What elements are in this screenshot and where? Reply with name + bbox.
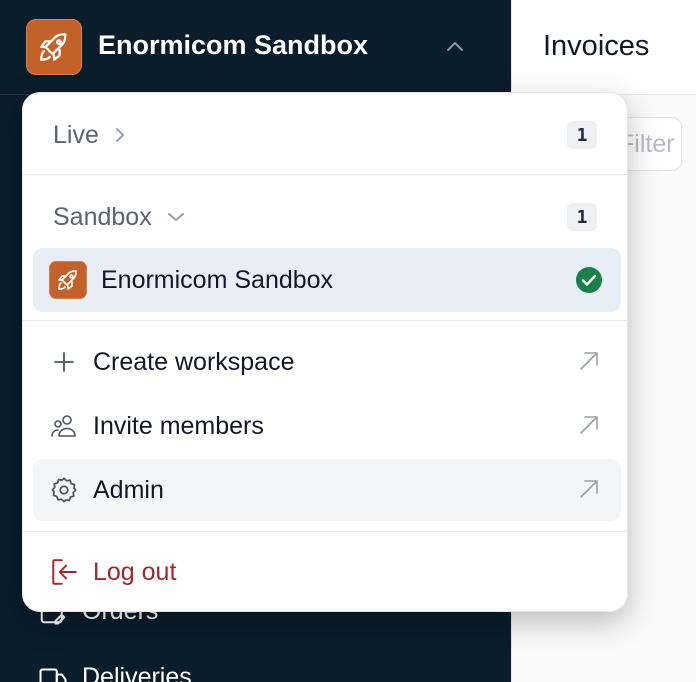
workspace-switcher[interactable]: Enormicom Sandbox <box>0 0 510 95</box>
rocket-icon <box>40 33 67 61</box>
plus-icon <box>54 352 74 372</box>
menu-item-label: Create workspace <box>93 347 295 376</box>
sidebar-item-label: Deliveries <box>82 662 192 682</box>
deliveries-icon <box>39 668 67 682</box>
logout-button[interactable]: Log out <box>33 541 621 603</box>
check-circle-icon <box>576 267 602 293</box>
count-badge: 1 <box>567 203 597 231</box>
workspace-option-name: Enormicom Sandbox <box>101 265 334 294</box>
external-arrow-icon <box>580 416 598 434</box>
logout-icon <box>52 559 77 585</box>
admin-item[interactable]: Admin <box>33 459 621 521</box>
external-arrow-icon <box>580 480 598 498</box>
group-sandbox[interactable]: Sandbox 1 <box>23 189 627 245</box>
menu-item-label: Invite members <box>93 411 264 440</box>
create-workspace-item[interactable]: Create workspace <box>33 331 621 393</box>
gear-icon <box>51 477 77 503</box>
external-arrow-icon <box>580 352 598 370</box>
workspace-logo <box>26 19 82 75</box>
sidebar-item-deliveries[interactable]: Deliveries <box>38 662 192 682</box>
workspace-dropdown: Live 1 Sandbox 1 Enormicom Sandbox Creat… <box>22 92 628 612</box>
logout-label: Log out <box>93 557 177 586</box>
group-label: Sandbox <box>53 202 152 231</box>
divider <box>23 531 627 532</box>
group-live[interactable]: Live 1 <box>23 107 627 163</box>
page-header: Invoices <box>512 0 696 95</box>
chevron-down-icon <box>167 213 184 221</box>
count-badge: 1 <box>567 121 597 149</box>
chevron-right-icon <box>115 128 124 142</box>
chevron-up-icon <box>447 42 463 51</box>
users-icon <box>51 415 76 437</box>
workspace-logo <box>49 261 87 299</box>
workspace-name: Enormicom Sandbox <box>98 30 369 60</box>
group-label: Live <box>53 120 99 149</box>
page-title: Invoices <box>543 30 650 62</box>
invite-members-item[interactable]: Invite members <box>33 395 621 457</box>
rocket-icon <box>58 270 77 290</box>
divider <box>23 174 627 175</box>
menu-item-label: Admin <box>93 475 164 504</box>
divider <box>23 320 627 321</box>
workspace-option-selected[interactable]: Enormicom Sandbox <box>33 248 621 312</box>
